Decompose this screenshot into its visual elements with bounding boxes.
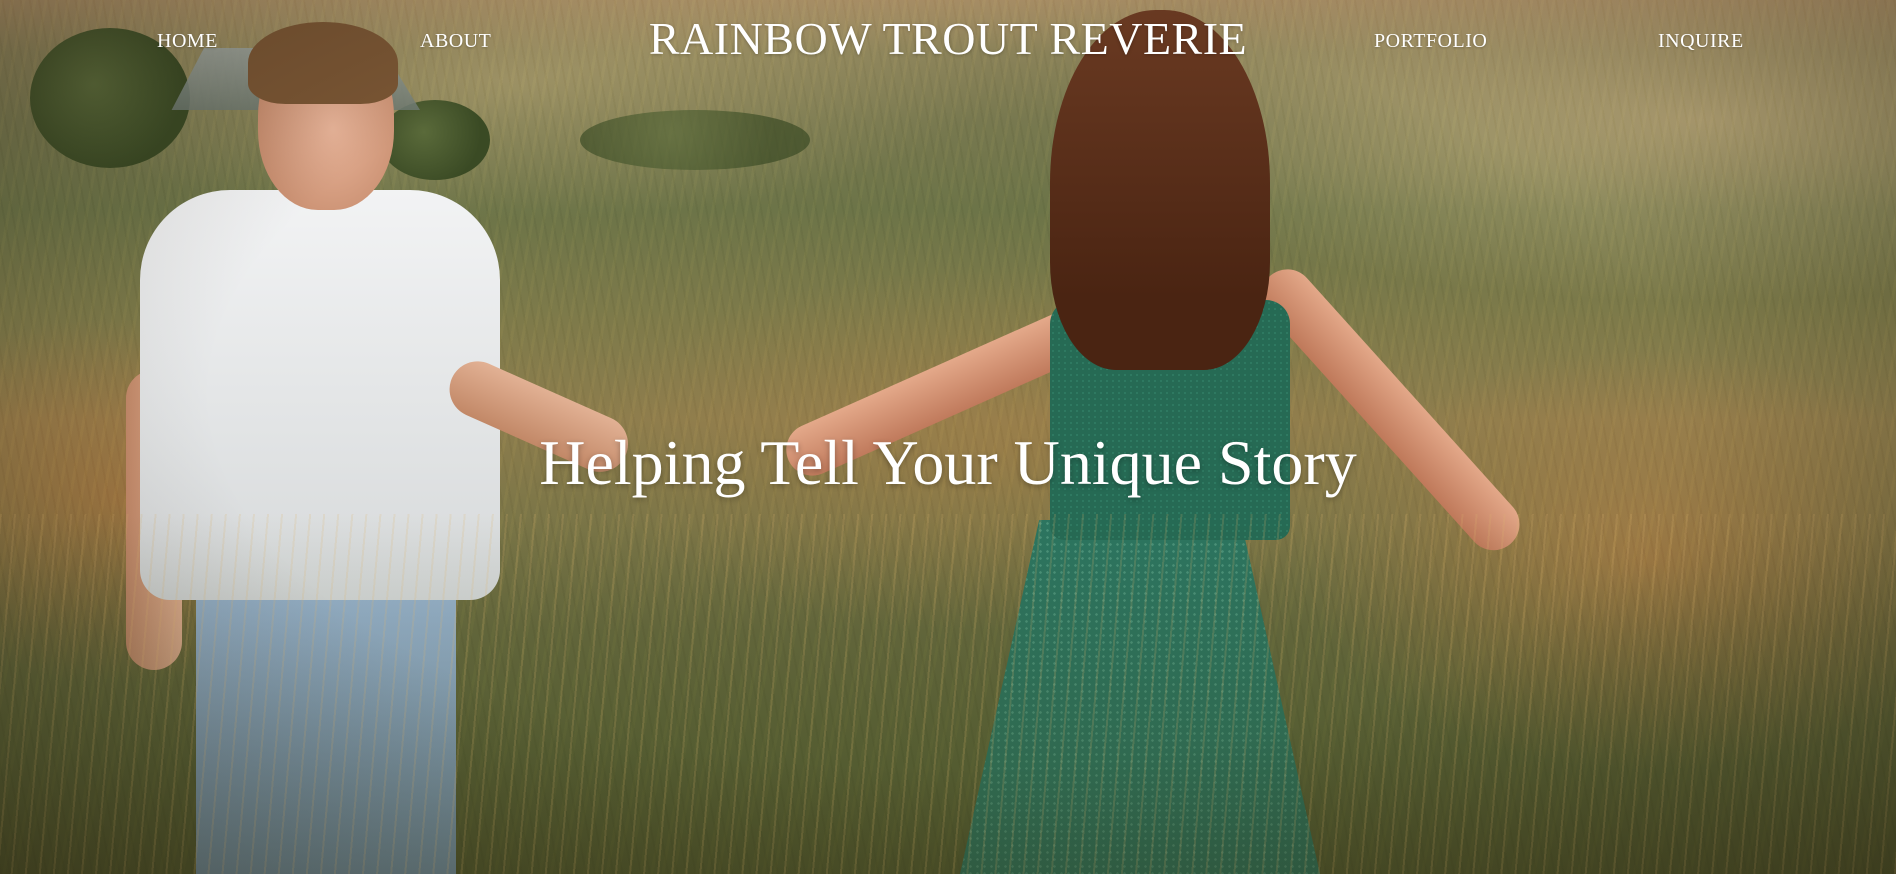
nav-about-link[interactable]: ABOUT (420, 30, 491, 53)
main-navigation: HOME ABOUT RAINBOW TROUT REVERIE PORTFOL… (0, 0, 1896, 90)
hero-section: HOME ABOUT RAINBOW TROUT REVERIE PORTFOL… (0, 0, 1896, 874)
nav-portfolio-link[interactable]: PORTFOLIO (1374, 30, 1487, 53)
nav-inquire-link[interactable]: INQUIRE (1658, 30, 1744, 53)
site-logo-link[interactable]: RAINBOW TROUT REVERIE (649, 13, 1247, 64)
nav-home-link[interactable]: HOME (157, 30, 218, 53)
site-logo: RAINBOW TROUT REVERIE (0, 12, 1896, 65)
hero-headline: Helping Tell Your Unique Story (539, 427, 1357, 498)
